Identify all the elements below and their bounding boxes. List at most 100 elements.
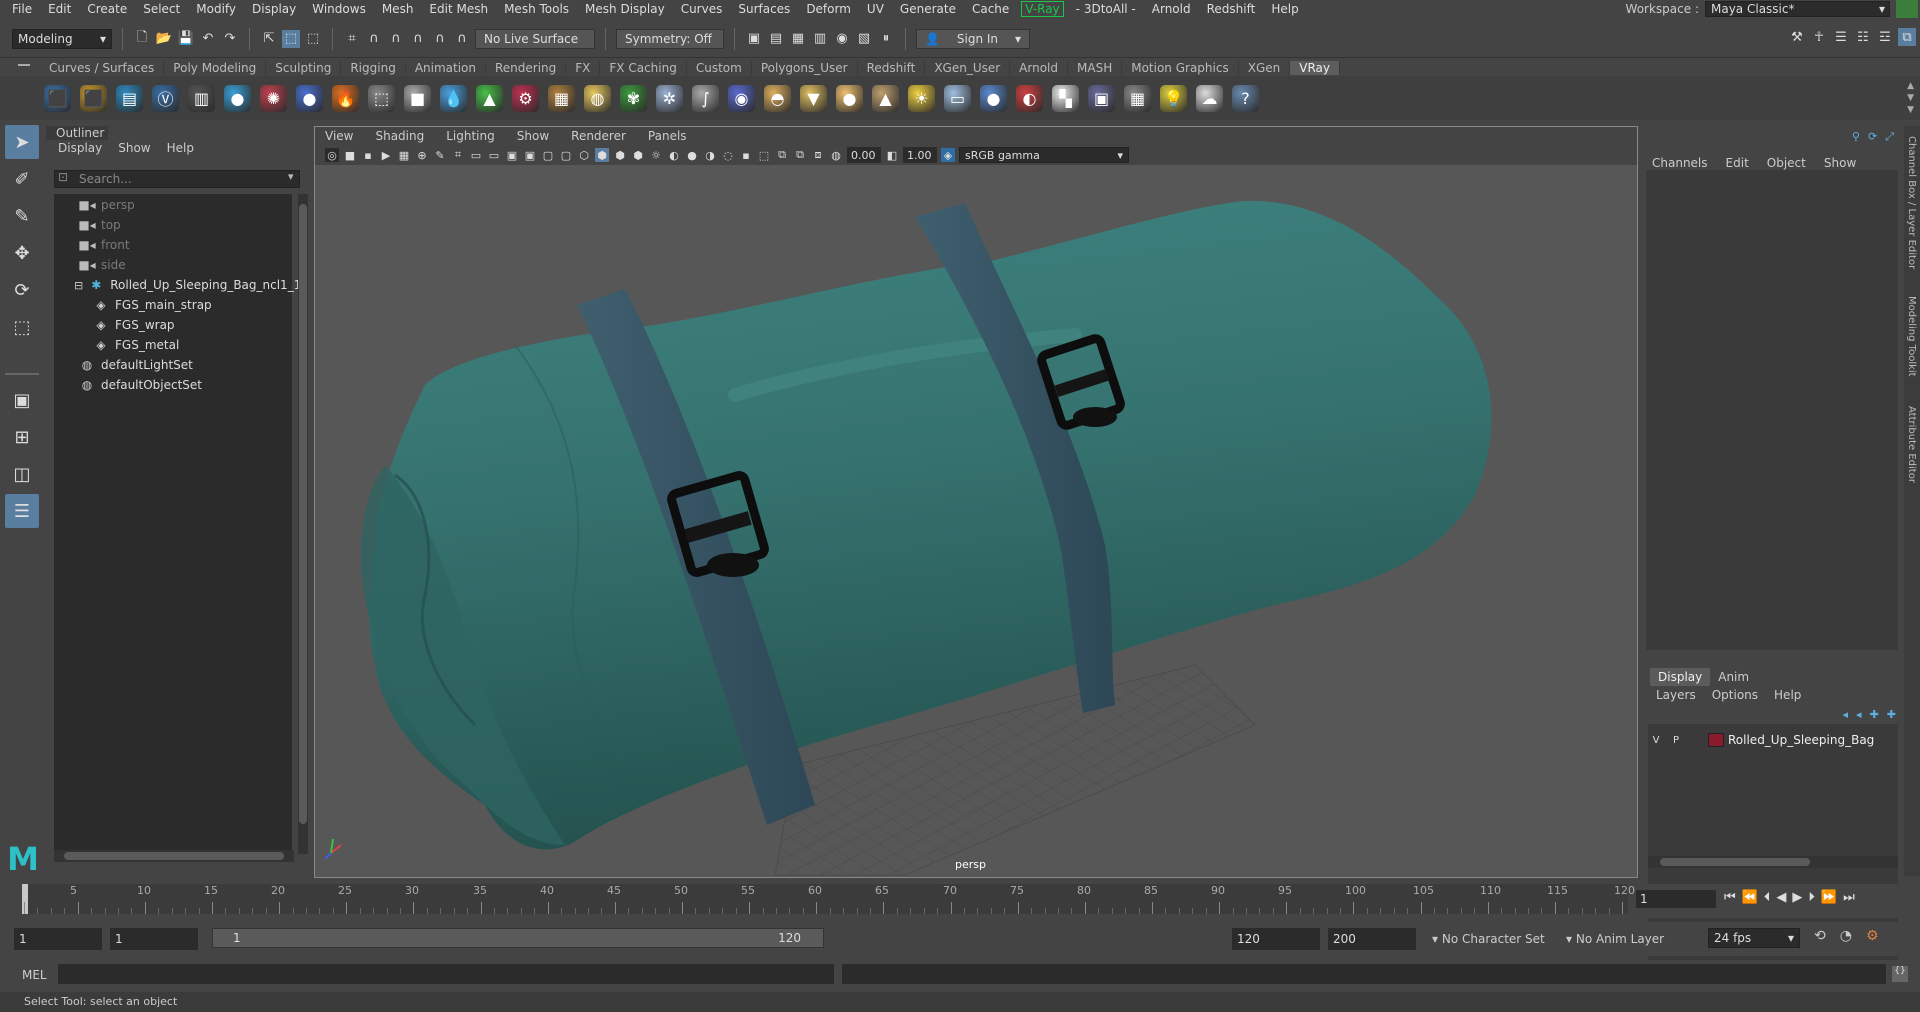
vray-render-icon[interactable]: ▧	[855, 30, 873, 48]
use-all-lights-icon[interactable]: ☼	[649, 148, 663, 162]
menu-vray[interactable]: V-Ray	[1021, 1, 1064, 17]
shelf-tab-xgen[interactable]: XGen	[1239, 61, 1291, 75]
menu-mesh-display[interactable]: Mesh Display	[577, 2, 673, 16]
vray-checker-icon[interactable]: ▚	[1052, 84, 1079, 112]
layer-scrollbar[interactable]	[1648, 856, 1898, 868]
vray-fire-icon[interactable]: 🔥	[332, 84, 359, 112]
animation-preferences-icon[interactable]: ⚙	[1866, 928, 1879, 944]
go-to-start-icon[interactable]: ⏮	[1724, 890, 1736, 905]
safe-title-icon[interactable]: ▢	[559, 148, 573, 162]
show-menu[interactable]: Show	[1824, 156, 1856, 170]
vray-mesh-icon[interactable]: ⬛	[44, 84, 71, 112]
vray-plane-icon[interactable]: ●	[296, 84, 323, 112]
vray-texture-icon[interactable]: ▦	[548, 84, 575, 112]
snap-view-icon[interactable]: ∩	[409, 30, 427, 48]
shelf-tab-rendering[interactable]: Rendering	[486, 61, 567, 75]
vray-dome-icon[interactable]: ◍	[584, 84, 611, 112]
vray-sphere-light-icon[interactable]: ●	[836, 84, 863, 112]
xray-icon[interactable]: ⧉	[775, 148, 789, 162]
outliner-vertical-scrollbar[interactable]	[298, 194, 308, 854]
shelf-tab-sculpting[interactable]: Sculpting	[266, 61, 342, 75]
shelf-tab-vray[interactable]: VRay	[1290, 61, 1340, 75]
select-tool-icon[interactable]: ➤	[5, 125, 39, 159]
shelf-tab-fx-caching[interactable]: FX Caching	[600, 61, 687, 75]
outliner-item[interactable]: ■◂ persp	[78, 196, 135, 214]
menu-curves[interactable]: Curves	[673, 2, 731, 16]
select-object-icon[interactable]: ⬚	[282, 29, 300, 48]
tab-display[interactable]: Display	[1650, 668, 1711, 686]
select-camera-icon[interactable]: ■	[343, 148, 357, 162]
vray-spline-icon[interactable]: ∫	[692, 84, 719, 112]
vray-render-view-icon[interactable]: ▣	[1088, 84, 1115, 112]
attribute-editor-icon[interactable]: ☰	[1832, 28, 1850, 46]
layers-menu[interactable]: Layers	[1656, 688, 1696, 702]
viewport-menu-renderer[interactable]: Renderer	[571, 129, 626, 143]
step-back-key-icon[interactable]: ⏪	[1742, 890, 1758, 905]
shelf-tab-poly-modeling[interactable]: Poly Modeling	[164, 61, 267, 75]
menu-edit[interactable]: Edit	[40, 2, 79, 16]
vray-scatter-icon[interactable]: ✲	[656, 84, 683, 112]
shelf-tab-custom[interactable]: Custom	[687, 61, 752, 75]
current-time-marker[interactable]	[22, 884, 28, 914]
range-slider-bar[interactable]: 1 120	[212, 928, 824, 948]
viewport-menu-panels[interactable]: Panels	[648, 129, 687, 143]
playback-end-field[interactable]: 120	[1232, 928, 1320, 950]
vray-blend-material-icon[interactable]: ◐	[1016, 84, 1043, 112]
menu-cache[interactable]: Cache	[964, 2, 1017, 16]
fps-dropdown[interactable]: 24 fps ▾	[1708, 928, 1800, 948]
bookmarks-icon[interactable]: ▶	[379, 148, 393, 162]
snap-point-icon[interactable]: ∩	[387, 30, 405, 48]
exposure-icon[interactable]: ◍	[829, 148, 843, 162]
isolate-select-icon[interactable]: ⬚	[757, 148, 771, 162]
object-menu[interactable]: Object	[1767, 156, 1806, 170]
workspace-dropdown[interactable]: Maya Classic* ▾	[1705, 1, 1890, 17]
layer-visibility-toggle[interactable]: V	[1648, 732, 1664, 748]
shelf-tab-fx[interactable]: FX	[566, 61, 601, 75]
vray-prism-icon[interactable]: ▲	[476, 84, 503, 112]
motion-blur-icon[interactable]: ◑	[703, 148, 717, 162]
menu-modify[interactable]: Modify	[188, 2, 244, 16]
vray-decal-icon[interactable]: ⬚	[368, 84, 395, 112]
shelf-tab-polygons-user[interactable]: Polygons_User	[752, 61, 858, 75]
shelf-menu-icon[interactable]	[18, 64, 30, 68]
open-scene-icon[interactable]: 📂	[155, 30, 173, 48]
outliner-item[interactable]: ⊟ ✱ Rolled_Up_Sleeping_Bag_ncl1_1	[74, 276, 301, 294]
shadows-icon[interactable]: ◐	[667, 148, 681, 162]
layer-row[interactable]: V P Rolled_Up_Sleeping_Bag	[1648, 730, 1894, 750]
move-layer-up-icon[interactable]: ◂	[1843, 708, 1849, 721]
snap-grid-icon[interactable]: ⌗	[343, 30, 361, 48]
gamma-field[interactable]: 1.00	[903, 147, 937, 163]
vray-frame-buffer-icon[interactable]: ▥	[188, 84, 215, 112]
vray-clipper-icon[interactable]: ⚙	[512, 84, 539, 112]
smooth-shade-icon[interactable]: ⬢	[595, 148, 609, 162]
playback-start-field[interactable]: 1	[110, 928, 198, 950]
channel-box-icon[interactable]: ⚲	[1852, 130, 1860, 144]
viewport-menu-view[interactable]: View	[325, 129, 353, 143]
two-view-layout-icon[interactable]: ◫	[5, 457, 39, 491]
redo-icon[interactable]: ↷	[221, 30, 239, 48]
loop-icon[interactable]: ⟲	[1814, 928, 1826, 944]
outliner-item[interactable]: ◍ defaultLightSet	[78, 356, 193, 374]
vray-ipr-icon[interactable]: ◎	[325, 148, 339, 162]
lasso-tool-icon[interactable]: ✐	[5, 162, 39, 196]
time-slider-track[interactable]: 5 10 15 20 25 30 35 40 45 50 55 60 65 70 75 80 85 90 95 100…	[22, 884, 1635, 914]
current-frame-field[interactable]: 1	[1636, 890, 1716, 908]
outliner-menu-help[interactable]: Help	[167, 141, 194, 155]
xray-components-icon[interactable]: ⧈	[811, 148, 825, 162]
move-tool-icon[interactable]: ✥	[5, 236, 39, 270]
menu-generate[interactable]: Generate	[892, 2, 964, 16]
image-plane-icon[interactable]: ▦	[397, 148, 411, 162]
vray-cube-icon[interactable]: ■	[404, 84, 431, 112]
vray-proxy-icon[interactable]: ⬛	[80, 84, 107, 112]
outliner-menu-display[interactable]: Display	[58, 141, 102, 155]
scale-tool-icon[interactable]: ⬚	[5, 310, 39, 344]
paint-select-tool-icon[interactable]: ✎	[5, 199, 39, 233]
vray-half-dome-icon[interactable]: ◓	[764, 84, 791, 112]
play-backward-icon[interactable]: ◀	[1776, 890, 1786, 905]
menu-3dtoall[interactable]: - 3DtoAll -	[1068, 2, 1144, 16]
anti-aliasing-icon[interactable]: ◌	[721, 148, 735, 162]
menu-mesh[interactable]: Mesh	[374, 2, 422, 16]
viewport-scene[interactable]: persp	[315, 165, 1637, 877]
new-layer-icon[interactable]: ✚	[1870, 708, 1879, 721]
animation-end-field[interactable]: 200	[1328, 928, 1416, 950]
